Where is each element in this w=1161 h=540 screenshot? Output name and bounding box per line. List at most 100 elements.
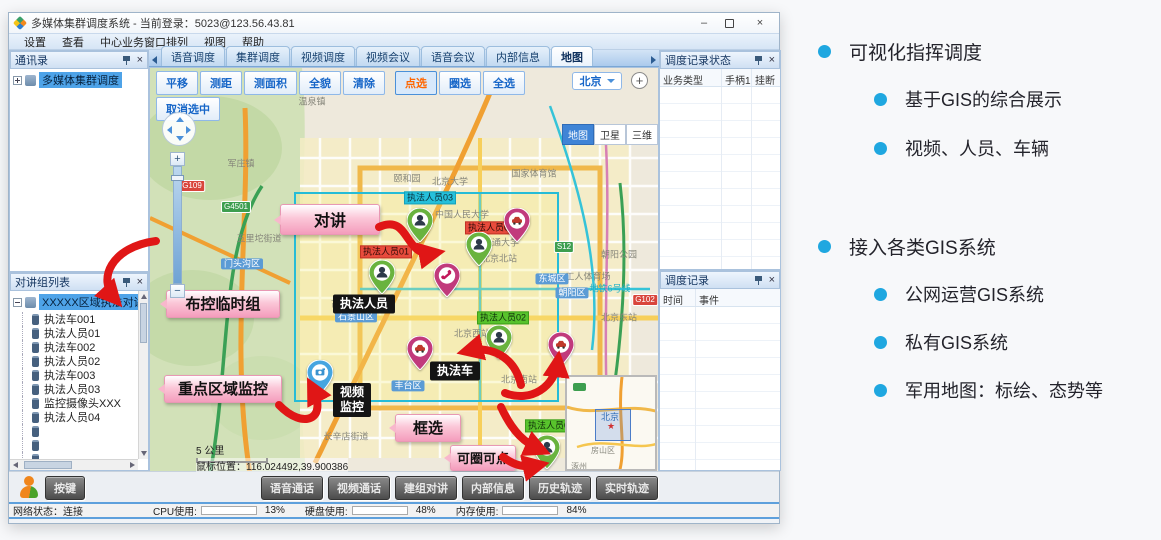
pan-left-icon[interactable] xyxy=(167,126,172,134)
close-icon[interactable]: × xyxy=(769,275,775,285)
map-pin[interactable] xyxy=(504,208,530,242)
close-icon[interactable]: × xyxy=(769,55,775,65)
menu-item[interactable]: 设置 xyxy=(17,34,53,50)
talkgroup-item[interactable]: 执法车003 xyxy=(10,368,148,382)
map-pin[interactable] xyxy=(434,263,460,297)
close-button[interactable]: × xyxy=(753,17,767,29)
device-icon xyxy=(32,398,39,409)
tab[interactable]: 语音会议 xyxy=(421,46,485,66)
map-view[interactable]: 温泉镇颐和园北京大学国家体育馆中国人民大学交通大学北京北站朝阳公园工人体育场东城… xyxy=(149,67,659,473)
pin-icon[interactable] xyxy=(755,275,762,285)
column-header[interactable]: 挂断 xyxy=(752,69,780,86)
collapse-icon[interactable] xyxy=(13,298,22,307)
tab[interactable]: 视频会议 xyxy=(356,46,420,66)
scroll-down-icon[interactable] xyxy=(141,451,147,456)
zoom-out-icon[interactable]: − xyxy=(170,284,185,298)
menu-item[interactable]: 查看 xyxy=(55,34,91,50)
tab[interactable]: 集群调度 xyxy=(226,46,290,66)
minimize-button[interactable]: – xyxy=(697,17,711,29)
scroll-right-icon[interactable] xyxy=(130,462,135,468)
column-header[interactable]: 业务类型 xyxy=(660,69,722,86)
feature-list: 可视化指挥调度 基于GIS的综合展示 视频、人员、车辆 接入各类GIS系统 公网… xyxy=(800,0,1161,540)
map-tool-button[interactable]: 平移 xyxy=(156,71,198,95)
zoom-track[interactable] xyxy=(173,166,182,284)
close-icon[interactable]: × xyxy=(137,277,143,287)
talkgroup-item[interactable] xyxy=(10,424,148,438)
column-header[interactable]: 时间 xyxy=(660,289,696,306)
map-pin[interactable] xyxy=(407,208,433,242)
map-pin[interactable] xyxy=(466,232,492,266)
map-pin[interactable] xyxy=(534,435,560,469)
talkgroup-item[interactable]: 监控摄像头XXX xyxy=(10,396,148,410)
city-dropdown[interactable]: 北京 xyxy=(572,72,622,90)
talkgroup-item[interactable] xyxy=(10,438,148,452)
call-action-button[interactable]: 建组对讲 xyxy=(395,476,457,500)
tab[interactable]: 内部信息 xyxy=(486,46,550,66)
talkgroup-item[interactable]: 执法人员02 xyxy=(10,354,148,368)
pin-icon[interactable] xyxy=(123,55,130,65)
map-pin[interactable] xyxy=(548,332,574,366)
disk-bar xyxy=(352,506,408,515)
talkgroup-item[interactable]: 执法车002 xyxy=(10,340,148,354)
talkgroup-root[interactable]: XXXXX区域执法对讲组 xyxy=(10,291,148,312)
keypad-button[interactable]: 按键 xyxy=(45,476,85,500)
tab-scroll-right-icon[interactable] xyxy=(651,56,656,64)
overview-minimap[interactable]: 北京 ★ 房山区 涿州 xyxy=(565,375,657,471)
call-action-button[interactable]: 视频通话 xyxy=(328,476,390,500)
tab[interactable]: 视频调度 xyxy=(291,46,355,66)
talkgroup-item[interactable]: 执法人员04 xyxy=(10,410,148,424)
talkgroup-item[interactable]: 执法车001 xyxy=(10,312,148,326)
scrollbar-thumb[interactable] xyxy=(140,303,147,343)
map-tool-button[interactable]: 测面积 xyxy=(244,71,297,95)
call-action-button[interactable]: 历史轨迹 xyxy=(529,476,591,500)
layer-button[interactable]: 卫星 xyxy=(594,124,626,145)
pan-control[interactable] xyxy=(162,112,196,146)
column-header[interactable]: 事件 xyxy=(696,289,780,306)
horizontal-scrollbar[interactable] xyxy=(10,459,138,470)
pan-up-icon[interactable] xyxy=(176,117,184,122)
user-avatar-icon xyxy=(17,475,41,499)
tab[interactable]: 地图 xyxy=(551,46,593,66)
map-tool-button[interactable]: 清除 xyxy=(343,71,385,95)
call-action-button[interactable]: 实时轨迹 xyxy=(596,476,658,500)
map-pin[interactable] xyxy=(486,325,512,359)
tab[interactable]: 语音调度 xyxy=(161,46,225,66)
pan-down-icon[interactable] xyxy=(176,136,184,141)
status-bar: 网络状态：连接 CPU使用: 13% 硬盘使用: 48% 内存使用: 84% xyxy=(9,502,779,519)
map-tool-button[interactable]: 全选 xyxy=(483,71,525,95)
close-icon[interactable]: × xyxy=(137,55,143,65)
zoom-slider[interactable]: + − xyxy=(170,152,185,298)
layer-button[interactable]: 地图 xyxy=(562,124,594,145)
map-tool-button[interactable]: 圈选 xyxy=(439,71,481,95)
pan-right-icon[interactable] xyxy=(186,126,191,134)
talkgroup-item[interactable]: 执法人员03 xyxy=(10,382,148,396)
column-header[interactable]: 手柄1 xyxy=(722,69,752,86)
window-title: 多媒体集群调度系统 - 当前登录：5023@123.56.43.81 xyxy=(31,15,295,31)
annotation-banner: 可圈可点 xyxy=(450,445,516,471)
memory-value: 84% xyxy=(566,505,596,516)
pin-icon[interactable] xyxy=(755,55,762,65)
zoom-in-icon[interactable]: + xyxy=(170,152,185,166)
tab-scroll-left-icon[interactable] xyxy=(152,56,157,64)
contacts-root[interactable]: 多媒体集群调度 xyxy=(10,69,148,90)
map-tool-button[interactable]: 点选 xyxy=(395,71,437,95)
pin-icon[interactable] xyxy=(123,277,130,287)
talkgroup-item[interactable]: 执法人员01 xyxy=(10,326,148,340)
scrollbar-thumb[interactable] xyxy=(24,461,72,469)
layer-button[interactable]: 三维 xyxy=(626,124,658,145)
call-action-button[interactable]: 语音通话 xyxy=(261,476,323,500)
expand-icon[interactable] xyxy=(13,76,22,85)
map-tool-button[interactable]: 全貌 xyxy=(299,71,341,95)
restore-button[interactable] xyxy=(725,19,739,28)
map-pin[interactable] xyxy=(307,360,333,394)
call-action-button[interactable]: 内部信息 xyxy=(462,476,524,500)
map-zoom-in-button[interactable]: + xyxy=(631,72,648,89)
vertical-scrollbar[interactable] xyxy=(138,291,148,459)
scroll-up-icon[interactable] xyxy=(141,294,147,299)
scroll-left-icon[interactable] xyxy=(13,462,18,468)
zoom-handle[interactable] xyxy=(171,175,184,181)
map-tool-button[interactable]: 测距 xyxy=(200,71,242,95)
map-label: 东城区 xyxy=(535,273,568,284)
map-label: 北京西站 xyxy=(454,328,490,339)
map-pin[interactable] xyxy=(369,260,395,294)
